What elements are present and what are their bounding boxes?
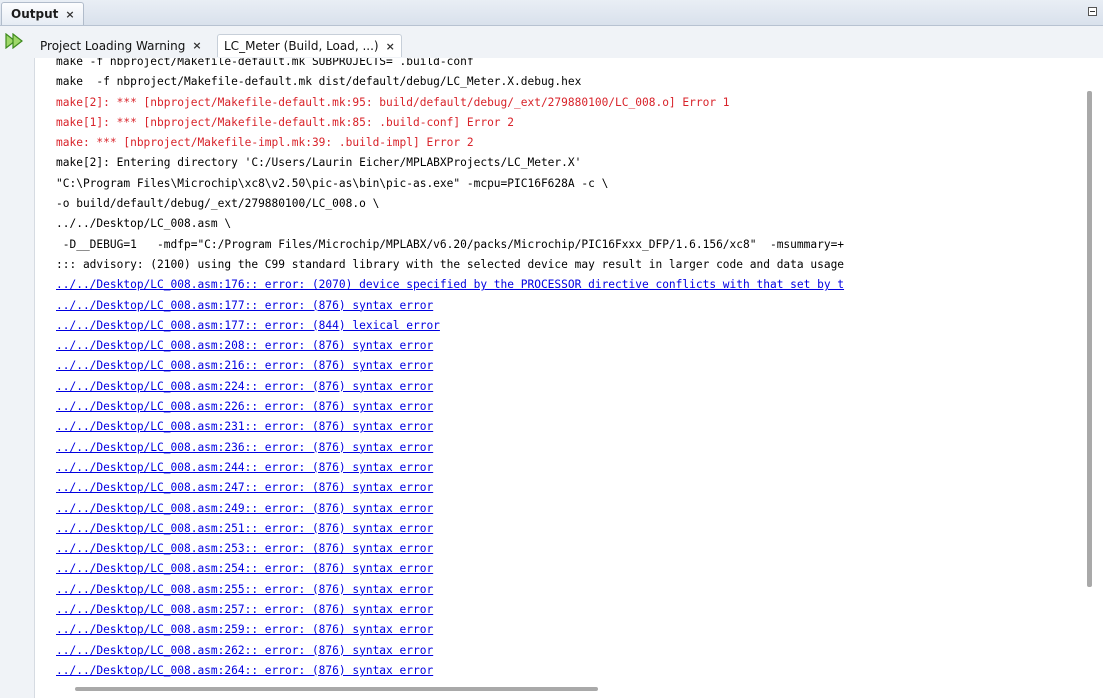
output-line-error: make: *** [nbproject/Makefile-impl.mk:39… bbox=[56, 136, 474, 150]
output-line-link[interactable]: ../../Desktop/LC_008.asm:264:: error: (8… bbox=[56, 661, 1078, 681]
output-window-tab[interactable]: Output × bbox=[1, 2, 84, 25]
vertical-scrollbar[interactable] bbox=[1087, 91, 1092, 587]
output-line-link[interactable]: ../../Desktop/LC_008.asm:216:: error: (8… bbox=[56, 356, 1078, 376]
output-window-header: Output × bbox=[0, 0, 1103, 26]
output-line-link[interactable]: ../../Desktop/LC_008.asm:244:: error: (8… bbox=[56, 458, 1078, 478]
output-line: -o build/default/debug/_ext/279880100/LC… bbox=[56, 197, 380, 211]
output-line-link[interactable]: ../../Desktop/LC_008.asm:224:: error: (8… bbox=[56, 377, 1078, 397]
output-line-link[interactable]: ../../Desktop/LC_008.asm:176:: error: (2… bbox=[56, 275, 1078, 295]
output-line: ::: advisory: (2100) using the C99 stand… bbox=[56, 257, 845, 271]
output-text-area[interactable]: make -f nbproject/Makefile-default.mk SU… bbox=[34, 58, 1103, 698]
output-line-link[interactable]: ../../Desktop/LC_008.asm:177:: error: (8… bbox=[56, 316, 1078, 336]
output-line-link[interactable]: ../../Desktop/LC_008.asm:208:: error: (8… bbox=[56, 336, 1078, 356]
output-lines: make -f nbproject/Makefile-default.mk SU… bbox=[56, 58, 1078, 681]
output-line-link[interactable]: ../../Desktop/LC_008.asm:236:: error: (8… bbox=[56, 438, 1078, 458]
output-line-error: make[1]: *** [nbproject/Makefile-default… bbox=[56, 115, 515, 129]
output-line: make -f nbproject/Makefile-default.mk SU… bbox=[56, 58, 474, 68]
output-line-link[interactable]: ../../Desktop/LC_008.asm:257:: error: (8… bbox=[56, 600, 1078, 620]
output-line-link[interactable]: ../../Desktop/LC_008.asm:259:: error: (8… bbox=[56, 620, 1078, 640]
output-line-link[interactable]: ../../Desktop/LC_008.asm:247:: error: (8… bbox=[56, 478, 1078, 498]
tab-label: Project Loading Warning bbox=[40, 38, 186, 53]
output-window-close-icon[interactable]: × bbox=[65, 9, 74, 20]
output-line-link[interactable]: ../../Desktop/LC_008.asm:251:: error: (8… bbox=[56, 519, 1078, 539]
output-line-link[interactable]: ../../Desktop/LC_008.asm:231:: error: (8… bbox=[56, 417, 1078, 437]
tab-lc-meter-build[interactable]: LC_Meter (Build, Load, ...) × bbox=[217, 34, 402, 57]
output-line-link[interactable]: ../../Desktop/LC_008.asm:253:: error: (8… bbox=[56, 539, 1078, 559]
output-line: make -f nbproject/Makefile-default.mk di… bbox=[56, 75, 582, 89]
output-window-title: Output bbox=[11, 7, 59, 21]
output-line-link[interactable]: ../../Desktop/LC_008.asm:262:: error: (8… bbox=[56, 641, 1078, 661]
tab-close-icon[interactable]: × bbox=[386, 41, 395, 52]
output-tab-bar: Project Loading Warning × LC_Meter (Buil… bbox=[34, 26, 1103, 58]
output-line-link[interactable]: ../../Desktop/LC_008.asm:249:: error: (8… bbox=[56, 499, 1078, 519]
minimize-icon[interactable] bbox=[1088, 7, 1097, 16]
tab-project-loading-warning[interactable]: Project Loading Warning × bbox=[34, 34, 208, 57]
output-line-link[interactable]: ../../Desktop/LC_008.asm:254:: error: (8… bbox=[56, 559, 1078, 579]
output-line-link[interactable]: ../../Desktop/LC_008.asm:255:: error: (8… bbox=[56, 580, 1078, 600]
output-line-error: make[2]: *** [nbproject/Makefile-default… bbox=[56, 95, 730, 109]
output-gutter bbox=[0, 26, 34, 698]
output-line: -D__DEBUG=1 -mdfp="C:/Program Files/Micr… bbox=[56, 237, 845, 251]
output-line: make[2]: Entering directory 'C:/Users/La… bbox=[56, 156, 582, 170]
rerun-icon[interactable] bbox=[5, 33, 25, 49]
output-line-link[interactable]: ../../Desktop/LC_008.asm:177:: error: (8… bbox=[56, 296, 1078, 316]
tab-close-icon[interactable]: × bbox=[192, 40, 201, 51]
horizontal-scrollbar[interactable] bbox=[75, 687, 598, 691]
tab-label: LC_Meter (Build, Load, ...) bbox=[224, 39, 379, 53]
output-line-link[interactable]: ../../Desktop/LC_008.asm:226:: error: (8… bbox=[56, 397, 1078, 417]
output-line: "C:\Program Files\Microchip\xc8\v2.50\pi… bbox=[56, 176, 609, 190]
output-line: ../../Desktop/LC_008.asm \ bbox=[56, 217, 232, 231]
